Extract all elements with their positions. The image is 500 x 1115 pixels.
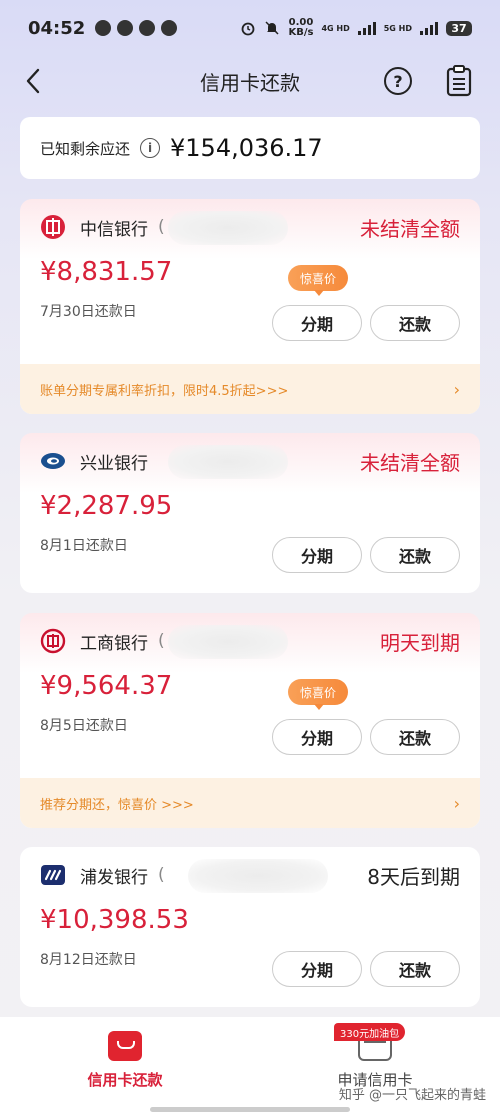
promo-banner[interactable]: 账单分期专属利率折扣，限时4.5折起>>> ›	[20, 364, 480, 414]
due-amount: ¥2,287.95	[40, 491, 173, 521]
message-icon	[95, 20, 112, 36]
page-title: 信用卡还款	[200, 70, 300, 95]
promo-banner[interactable]: 推荐分期还，惊喜价 >>> ›	[20, 778, 480, 828]
installment-button[interactable]: 分期	[272, 537, 362, 573]
card-header: 浦发银行 ( 8天后到期	[20, 847, 480, 903]
tab-label: 信用卡还款	[87, 1071, 163, 1089]
back-button[interactable]	[18, 66, 48, 96]
card-header: 中信银行 ( 未结清全额	[20, 199, 480, 255]
card-header: 兴业银行 未结清全额	[20, 433, 480, 489]
installment-button[interactable]: 分期	[272, 719, 362, 755]
chevron-left-icon	[26, 68, 40, 94]
bank-name: 兴业银行	[80, 453, 148, 474]
home-indicator[interactable]	[150, 1107, 350, 1112]
network-speed: 0.00 KB/s	[288, 17, 314, 38]
status-badge: 8天后到期	[367, 864, 460, 889]
surprise-price-tag: 惊喜价	[288, 679, 348, 710]
system-icons: 0.00 KB/s 4G HD 5G HD 37	[240, 18, 472, 38]
records-button[interactable]	[446, 65, 472, 97]
card-actions: 分期 还款	[272, 537, 460, 573]
bank-name: 浦发银行	[80, 867, 148, 888]
installment-button[interactable]: 分期	[272, 305, 362, 341]
alarm-icon	[242, 22, 255, 36]
card-actions: 分期 还款	[272, 951, 460, 987]
total-due-label: 已知剩余应还	[40, 139, 131, 158]
status-bar: 04:52 0.00 KB/s 4G HD 5G HD 37	[0, 0, 500, 56]
card-number-masked: (	[158, 217, 165, 237]
due-amount: ¥9,564.37	[40, 671, 173, 701]
bank-name: 中信银行	[80, 219, 148, 240]
network-type-2: 5G HD	[383, 23, 412, 33]
citic-logo-icon	[40, 214, 66, 240]
signal-icon-2	[420, 21, 438, 35]
wechat-icon	[117, 20, 134, 36]
card-number-masked: (	[158, 865, 165, 885]
promo-text: 推荐分期还，惊喜价 >>>	[40, 797, 194, 813]
spdb-logo-icon	[40, 862, 66, 888]
due-amount: ¥8,831.57	[40, 257, 173, 287]
bank-card-icbc[interactable]: 工商银行 ( 明天到期 ¥9,564.37 8月5日还款日 惊喜价 分期 还款 …	[20, 613, 480, 828]
watermark: 知乎 @一只飞起来的青蛙	[338, 1088, 486, 1103]
redacted-area	[168, 211, 288, 245]
due-amount: ¥10,398.53	[40, 905, 189, 935]
info-icon[interactable]: i	[140, 138, 161, 158]
status-badge: 明天到期	[380, 630, 460, 655]
repay-button[interactable]: 还款	[370, 537, 460, 573]
status-time: 04:52	[28, 17, 86, 39]
redacted-area	[168, 625, 288, 659]
installment-button[interactable]: 分期	[272, 951, 362, 987]
icbc-logo-icon	[40, 628, 66, 654]
notification-icons	[95, 20, 178, 36]
call-icon	[161, 20, 178, 36]
bank-name: 工商银行	[80, 633, 148, 654]
card-header: 工商银行 ( 明天到期	[20, 613, 480, 669]
repay-button[interactable]: 还款	[370, 951, 460, 987]
card-actions: 分期 还款	[272, 719, 460, 755]
chevron-right-icon: ›	[453, 793, 460, 813]
bank-card-spdb[interactable]: 浦发银行 ( 8天后到期 ¥10,398.53 8月12日还款日 分期 还款	[20, 847, 480, 1007]
status-badge: 未结清全额	[360, 216, 460, 241]
battery-icon: 37	[446, 20, 472, 36]
signal-icon	[357, 21, 376, 35]
total-due-amount: ¥154,036.17	[170, 134, 323, 162]
mute-icon	[265, 21, 280, 35]
cib-logo-icon	[40, 448, 66, 474]
chevron-right-icon: ›	[453, 379, 460, 399]
network-type-1: 4G HD	[321, 23, 350, 33]
repay-button[interactable]: 还款	[370, 305, 460, 341]
repay-button[interactable]: 还款	[370, 719, 460, 755]
clipboard-icon	[446, 65, 472, 97]
wallet-icon	[108, 1031, 142, 1061]
redacted-area	[188, 859, 328, 893]
card-actions: 分期 还款	[272, 305, 460, 341]
help-button[interactable]: ?	[384, 67, 412, 95]
nav-bar: 信用卡还款 ?	[0, 56, 500, 106]
surprise-price-tag: 惊喜价	[288, 265, 348, 296]
card-number-masked: (	[158, 631, 165, 651]
bank-card-cib[interactable]: 兴业银行 未结清全额 ¥2,287.95 8月1日还款日 分期 还款	[20, 433, 480, 593]
promo-badge: 330元加油包	[334, 1023, 406, 1041]
promo-text: 账单分期专属利率折扣，限时4.5折起>>>	[40, 383, 289, 399]
app-icon	[139, 20, 156, 36]
status-badge: 未结清全额	[360, 450, 460, 475]
tab-credit-card-repay[interactable]: 信用卡还款	[0, 1017, 250, 1115]
total-due-card: 已知剩余应还 i ¥154,036.17	[20, 117, 480, 179]
bank-card-citic[interactable]: 中信银行 ( 未结清全额 ¥8,831.57 7月30日还款日 惊喜价 分期 还…	[20, 199, 480, 414]
question-circle-icon: ?	[393, 71, 403, 91]
redacted-area	[168, 445, 288, 479]
